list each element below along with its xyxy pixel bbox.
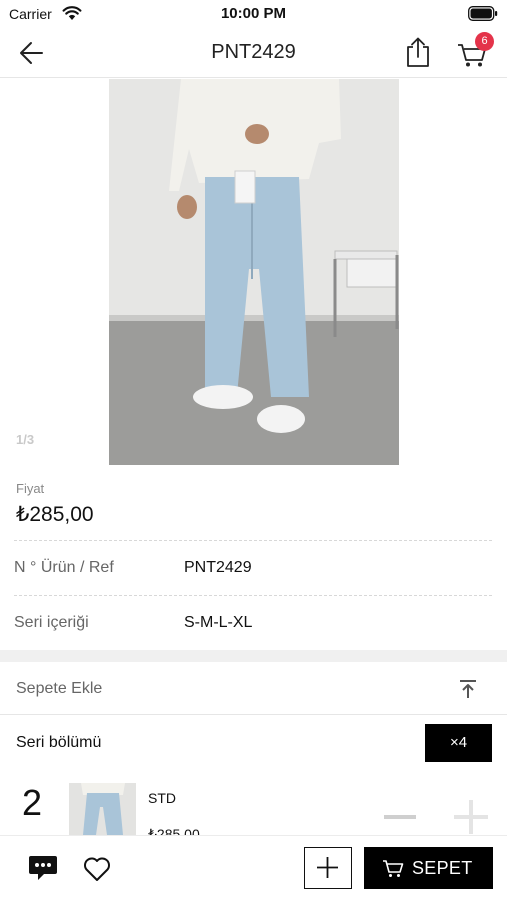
chat-icon xyxy=(29,856,57,880)
chat-button[interactable] xyxy=(28,855,58,881)
image-counter: 1/3 xyxy=(16,432,35,447)
ref-value: PNT2429 xyxy=(184,559,252,576)
share-icon xyxy=(407,37,429,67)
increase-button[interactable] xyxy=(452,798,490,836)
series-content-value: S-M-L-XL xyxy=(184,614,253,631)
price-label: Fiyat xyxy=(16,481,45,496)
bottom-action-bar: SEPET xyxy=(0,835,507,900)
series-quantity: 2 xyxy=(22,782,43,823)
cart-button-label: SEPET xyxy=(412,858,473,878)
plus-icon xyxy=(454,800,488,834)
section-separator xyxy=(0,650,507,662)
product-photo xyxy=(109,79,399,465)
decrease-button[interactable] xyxy=(382,805,418,829)
back-button[interactable] xyxy=(18,40,46,66)
minus-icon xyxy=(384,815,416,819)
series-item-thumbnail xyxy=(69,783,136,835)
share-button[interactable] xyxy=(403,36,433,68)
clock: 10:00 PM xyxy=(220,5,287,22)
cart-button[interactable]: 6 xyxy=(456,32,494,68)
series-section-title: Seri bölümü xyxy=(16,734,102,751)
arrow-left-icon xyxy=(20,42,43,64)
add-to-cart-title: Sepete Ekle xyxy=(16,680,103,697)
cart-icon xyxy=(383,860,404,877)
divider xyxy=(14,540,492,541)
status-bar: Carrier 10:00 PM xyxy=(0,0,507,28)
series-item-name: STD xyxy=(148,790,176,806)
series-content-label: Seri içeriği xyxy=(14,614,89,631)
cart-count-badge: 6 xyxy=(475,32,494,51)
plus-icon xyxy=(317,857,338,878)
price-value: ₺285,00 xyxy=(16,503,94,526)
collapse-up-icon[interactable] xyxy=(457,678,479,700)
add-button[interactable] xyxy=(304,847,352,889)
add-to-cart-header[interactable]: Sepete Ekle xyxy=(0,662,507,715)
favorite-button[interactable] xyxy=(83,856,111,882)
heart-icon xyxy=(84,857,110,881)
go-to-cart-button[interactable]: SEPET xyxy=(364,847,493,889)
quantity-multiplier-button[interactable]: ×4 xyxy=(425,724,492,762)
navigation-bar: PNT2429 6 xyxy=(0,28,507,78)
battery-icon xyxy=(468,6,498,21)
product-image[interactable] xyxy=(109,79,399,465)
divider xyxy=(14,595,492,596)
ref-label: N ° Ürün / Ref xyxy=(14,559,114,576)
